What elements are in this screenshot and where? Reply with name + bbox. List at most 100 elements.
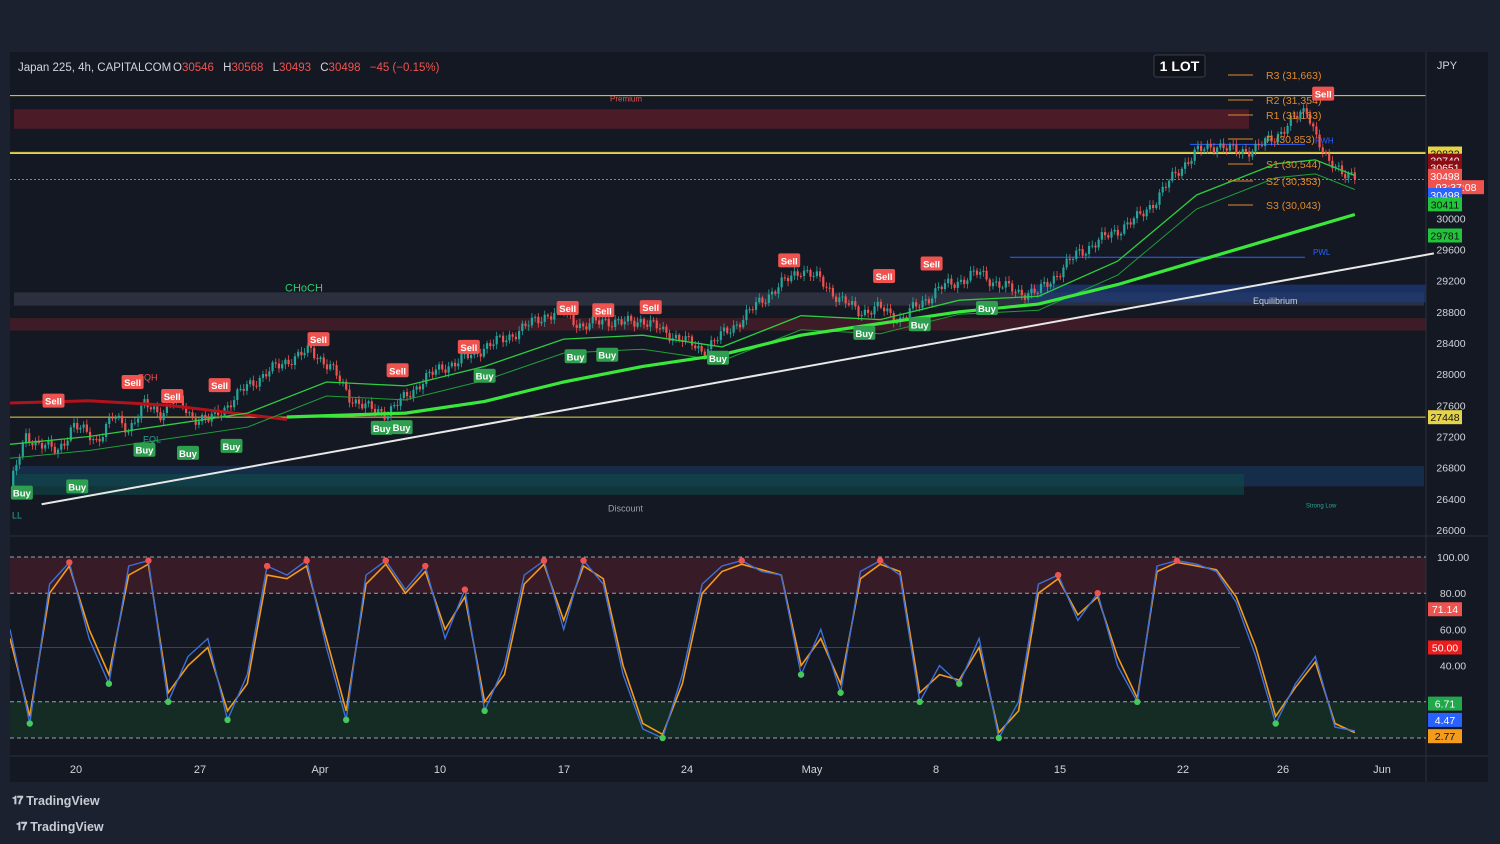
candle-body <box>79 427 82 430</box>
candle-body <box>642 319 646 325</box>
candle-body <box>1318 134 1321 148</box>
time-tick: 8 <box>933 764 939 776</box>
buy-signal: Buy <box>10 485 33 500</box>
choch-label: CHoCH <box>285 283 323 295</box>
candle-body <box>783 277 786 279</box>
candle-body <box>825 286 828 288</box>
candle-body <box>911 302 915 309</box>
candle-body <box>793 271 796 276</box>
candle-body <box>956 281 959 288</box>
candle-body <box>354 399 357 404</box>
candle-body <box>598 320 601 325</box>
sell-signal-text: Sell <box>211 381 228 392</box>
candle-body <box>524 323 527 326</box>
time-tick: 17 <box>558 764 570 776</box>
candle-body <box>1171 171 1174 181</box>
candle-body <box>1055 275 1059 277</box>
candle-body <box>1235 144 1238 154</box>
candle-body <box>1228 144 1232 151</box>
candle-body <box>220 415 223 417</box>
candle-body <box>1216 147 1219 153</box>
candle-body <box>1068 258 1071 260</box>
candle-body <box>1075 250 1078 260</box>
candle-body <box>303 352 306 356</box>
pivot-label: R1 (31,163) <box>1266 110 1321 122</box>
candle-body <box>300 351 303 356</box>
price-badge-text: 27448 <box>1430 412 1459 424</box>
candle-body <box>870 312 873 315</box>
candle-body <box>1007 281 1011 284</box>
candle-body <box>492 344 495 347</box>
candle-body <box>1084 253 1087 256</box>
candle-body <box>1206 143 1209 150</box>
candle-body <box>197 421 201 425</box>
candle-body <box>700 345 703 352</box>
stoch-cross-down-dot <box>1094 590 1101 597</box>
candle-body <box>521 323 524 332</box>
candle-body <box>1232 144 1235 146</box>
candle-body <box>313 347 316 359</box>
stoch-cross-down-dot <box>382 557 389 564</box>
candle-body <box>1151 204 1155 209</box>
candle-body <box>959 279 963 282</box>
sell-signal-text: Sell <box>595 306 612 317</box>
strong-low-label: Strong Low <box>1306 503 1337 509</box>
sell-signal: Sell <box>307 332 330 347</box>
candle-body <box>434 369 437 375</box>
time-tick: 10 <box>434 764 446 776</box>
candle-body <box>934 288 937 299</box>
buy-signal-text: Buy <box>978 304 997 315</box>
candle-body <box>18 457 21 465</box>
candle-body <box>498 335 501 337</box>
candle-body <box>1248 151 1251 157</box>
candle-body <box>1155 204 1158 209</box>
price-badge-text: 29781 <box>1430 230 1459 242</box>
candle-body <box>754 302 758 310</box>
candle-body <box>1049 283 1052 287</box>
candle-body <box>261 374 265 378</box>
oscillator-axis[interactable]: 100.00 80.00 60.00 40.00 71.14 50.00 6.71 4.47 2… <box>1428 552 1469 744</box>
buy-signal-text: Buy <box>393 423 412 434</box>
candle-body <box>630 315 633 321</box>
price-chart[interactable]: PremiumEquilibriumDiscountCHoCHPWHPWLEQH… <box>9 52 1488 782</box>
candle-body <box>156 406 159 413</box>
candle-body <box>860 315 863 317</box>
candle-body <box>777 287 780 294</box>
price-axis[interactable]: 3000029600292002880028400280002760027200… <box>1428 146 1484 537</box>
candle-body <box>92 438 95 441</box>
buy-signal: Buy <box>370 420 393 435</box>
candle-body <box>610 326 614 328</box>
candle-body <box>396 404 399 406</box>
osc-tick: 40.00 <box>1440 661 1466 673</box>
candle-body <box>28 433 31 444</box>
stoch-cross-up-dot <box>956 680 963 687</box>
buy-signal-text: Buy <box>911 320 930 331</box>
candle-body <box>1148 204 1151 210</box>
candle-body <box>63 443 66 446</box>
candle-body <box>857 306 860 317</box>
time-axis[interactable]: 20 27 Apr 10 17 24 May 8 15 22 26 Jun <box>70 764 1391 776</box>
time-tick: Apr <box>311 764 328 776</box>
sell-signal-text: Sell <box>1315 90 1332 101</box>
candle-body <box>1350 172 1353 174</box>
candle-body <box>1193 149 1196 161</box>
buy-signal-text: Buy <box>855 329 874 340</box>
candle-body <box>703 351 706 357</box>
chart-frame[interactable]: Premium Equilibrium Discount CHoCH PWH PWL EQH… <box>9 52 1488 782</box>
stoch-cross-up-dot <box>797 671 805 678</box>
stoch-cross-up-dot <box>1134 698 1141 705</box>
candle-body <box>636 322 639 327</box>
candle-body <box>665 326 668 333</box>
candle-body <box>1238 153 1241 155</box>
buy-signal: Buy <box>176 445 199 460</box>
buy-signal: Buy <box>66 479 89 494</box>
candle-body <box>518 331 521 340</box>
osc-badge-text: 71.14 <box>1432 604 1458 616</box>
candle-body <box>386 416 389 420</box>
candle-body <box>402 391 405 399</box>
candle-body <box>357 399 361 404</box>
candle-body <box>838 297 841 303</box>
candle-body <box>149 407 152 410</box>
candle-body <box>101 437 104 442</box>
buy-signal: Buy <box>707 350 729 365</box>
